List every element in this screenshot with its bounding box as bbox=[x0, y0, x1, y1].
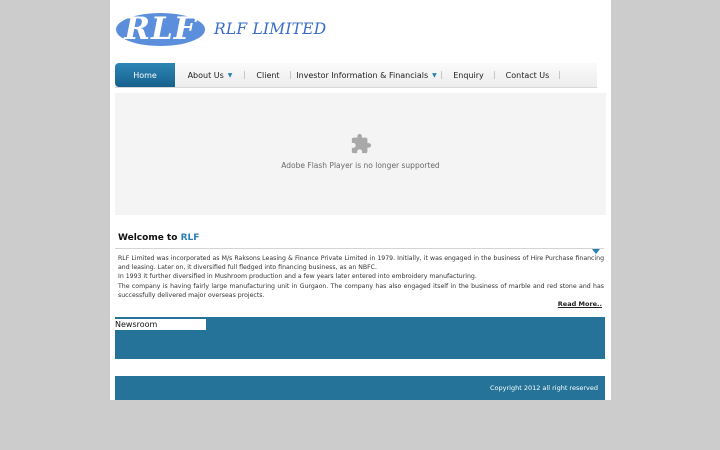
puzzle-piece-icon bbox=[351, 133, 372, 154]
nav-item-label: Client bbox=[256, 70, 280, 80]
nav-item-home[interactable]: Home bbox=[115, 63, 175, 87]
welcome-heading: Welcome to RLF bbox=[118, 233, 199, 243]
page-container: RLF RLF LIMITED Home About Us ▼ Client I… bbox=[110, 0, 611, 400]
welcome-brand: RLF bbox=[180, 233, 200, 243]
nav-item-label: Home bbox=[133, 70, 157, 80]
nav-item-client[interactable]: Client bbox=[245, 63, 291, 87]
welcome-text: RLF Limited was incorporated as M/s Raks… bbox=[118, 254, 604, 300]
flash-message: Adobe Flash Player is no longer supporte… bbox=[281, 161, 440, 170]
nav-item-enquiry[interactable]: Enquiry bbox=[442, 63, 495, 87]
welcome-prefix: Welcome to bbox=[118, 233, 181, 243]
chevron-down-icon: ▼ bbox=[227, 71, 233, 79]
logo-mark: RLF bbox=[124, 11, 197, 47]
nav-item-label: Investor Information & Financials bbox=[296, 70, 429, 80]
nav-item-label: Enquiry bbox=[453, 70, 484, 80]
welcome-paragraph: RLF Limited was incorporated as M/s Raks… bbox=[118, 255, 604, 272]
logo-name[interactable]: RLF LIMITED bbox=[214, 20, 326, 38]
flash-placeholder: Adobe Flash Player is no longer supporte… bbox=[115, 93, 606, 215]
nav-item-label: About Us bbox=[187, 70, 224, 80]
copyright-text: Copyright 2012 all right reserved bbox=[490, 384, 598, 392]
welcome-paragraph: The company is having fairly large manuf… bbox=[118, 282, 604, 299]
nav-item-investor-information[interactable]: Investor Information & Financials ▼ bbox=[291, 63, 442, 87]
logo-badge[interactable]: RLF bbox=[116, 13, 205, 46]
nav-item-label: Contact Us bbox=[505, 70, 550, 80]
nav-item-contact-us[interactable]: Contact Us bbox=[495, 63, 560, 87]
newsroom-panel: Newsroom bbox=[115, 317, 605, 359]
welcome-divider bbox=[115, 248, 604, 249]
nav-item-about-us[interactable]: About Us ▼ bbox=[175, 63, 245, 87]
footer: Copyright 2012 all right reserved bbox=[115, 376, 605, 400]
newsroom-title: Newsroom bbox=[115, 319, 206, 330]
read-more-link[interactable]: Read More.. bbox=[540, 300, 602, 308]
welcome-paragraph: In 1993 it further diversified in Mushro… bbox=[118, 273, 477, 281]
main-nav: Home About Us ▼ Client Investor Informat… bbox=[115, 63, 597, 88]
chevron-down-icon: ▼ bbox=[432, 71, 437, 79]
